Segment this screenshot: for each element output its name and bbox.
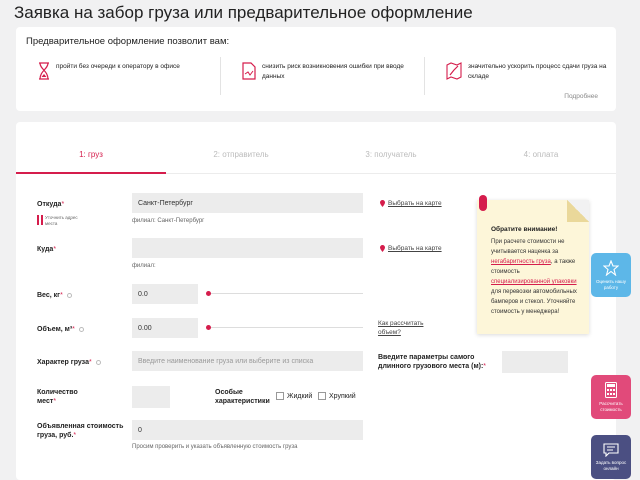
info-icon[interactable] (95, 359, 101, 365)
note-fold (567, 200, 589, 222)
to-branch: филиал: (132, 263, 156, 269)
checkbox-box[interactable] (318, 392, 326, 400)
benefit-text: пройти без очереди к оператору в офисе (56, 63, 180, 70)
weight-input[interactable]: 0.0 (132, 284, 198, 304)
warning-note: Обратите внимание! При расчете стоимости… (477, 200, 589, 334)
divider (424, 57, 425, 95)
declared-input[interactable]: 0 (132, 420, 363, 440)
chat-icon (603, 442, 619, 457)
active-step-indicator (16, 172, 166, 174)
divider (220, 57, 221, 95)
special-label: Особые характеристики (215, 389, 270, 405)
hourglass-icon (39, 62, 49, 80)
to-map-link[interactable]: Выбрать на карте (380, 245, 442, 252)
benefits-card: Предварительное оформление позволит вам:… (16, 27, 616, 111)
steps-bar: 1: груз 2: отправитель 3: получатель 4: … (16, 122, 616, 174)
benefit-speed: значительно ускорить процесс сдачи груза… (446, 62, 618, 82)
document-icon (242, 62, 256, 80)
declared-label: Объявленная стоимость груза, руб.* (37, 423, 124, 439)
volume-input[interactable]: 0.00 (132, 318, 198, 338)
calc-volume-link[interactable]: Как рассчитать объем? (378, 319, 438, 337)
volume-label: Объем, м³* (37, 325, 84, 334)
calculator-icon (605, 381, 617, 398)
from-hint[interactable]: Уточнить адрес места (37, 215, 81, 227)
tab-payment[interactable]: 4: оплата (466, 150, 616, 159)
volume-slider-track[interactable] (208, 327, 363, 328)
note-title: Обратите внимание! (491, 226, 558, 233)
from-input[interactable]: Санкт-Петербург (132, 193, 363, 213)
pin-icon (37, 215, 43, 225)
benefit-errors: снизить риск возникновения ошибки при вв… (242, 62, 412, 82)
oversize-link[interactable]: негабаритность груза (491, 259, 551, 265)
cargo-type-label: Характер груза* (37, 358, 101, 367)
tab-recipient[interactable]: 3: получатель (316, 150, 466, 159)
benefit-text: значительно ускорить процесс сдачи груза… (468, 63, 607, 80)
note-body: При расчете стоимости не учитывается нац… (491, 239, 577, 315)
info-icon[interactable] (78, 326, 84, 332)
star-icon (603, 259, 619, 276)
qty-input[interactable] (132, 386, 170, 408)
more-link[interactable]: Подробнее (564, 93, 598, 100)
qty-label: Количество мест* (37, 389, 78, 405)
to-input[interactable] (132, 238, 363, 258)
location-icon (380, 200, 385, 207)
from-branch: филиал: Санкт-Петербург (132, 218, 205, 224)
note-pin (479, 195, 487, 211)
rate-us-button[interactable]: Оценить нашу работу (591, 253, 631, 297)
cargo-type-input[interactable]: Введите наименование груза или выберите … (132, 351, 363, 371)
volume-slider-handle[interactable] (206, 325, 211, 330)
dims-label: Введите параметры самого длинного грузов… (378, 354, 487, 370)
weight-label: Вес, кг* (37, 291, 72, 300)
weight-slider-handle[interactable] (206, 291, 211, 296)
benefit-queue: пройти без очереди к оператору в офисе (38, 62, 206, 80)
dims-input[interactable] (502, 351, 568, 373)
weight-slider-track[interactable] (208, 293, 363, 294)
declared-hint: Просим проверить и указать объявленную с… (132, 444, 298, 450)
info-icon[interactable] (66, 292, 72, 298)
to-label: Куда* (37, 246, 57, 253)
from-map-link[interactable]: Выбрать на карте (380, 200, 442, 207)
checkbox-box[interactable] (276, 392, 284, 400)
calculate-cost-button[interactable]: Рассчитать стоимость (591, 375, 631, 419)
packaging-link[interactable]: специализированной упаковки (491, 279, 577, 285)
map-icon (446, 62, 462, 80)
fragile-checkbox[interactable]: Хрупкий (318, 392, 356, 400)
ask-question-button[interactable]: Задать вопрос онлайн (591, 435, 631, 479)
location-icon (380, 245, 385, 252)
benefit-text: снизить риск возникновения ошибки при вв… (262, 63, 404, 80)
tab-sender[interactable]: 2: отправитель (166, 150, 316, 159)
liquid-checkbox[interactable]: Жидкий (276, 392, 312, 400)
tab-cargo[interactable]: 1: груз (16, 150, 166, 159)
page-title: Заявка на забор груза или предварительно… (14, 3, 473, 22)
benefits-heading: Предварительное оформление позволит вам: (26, 36, 230, 47)
from-label: Откуда* (37, 201, 65, 208)
